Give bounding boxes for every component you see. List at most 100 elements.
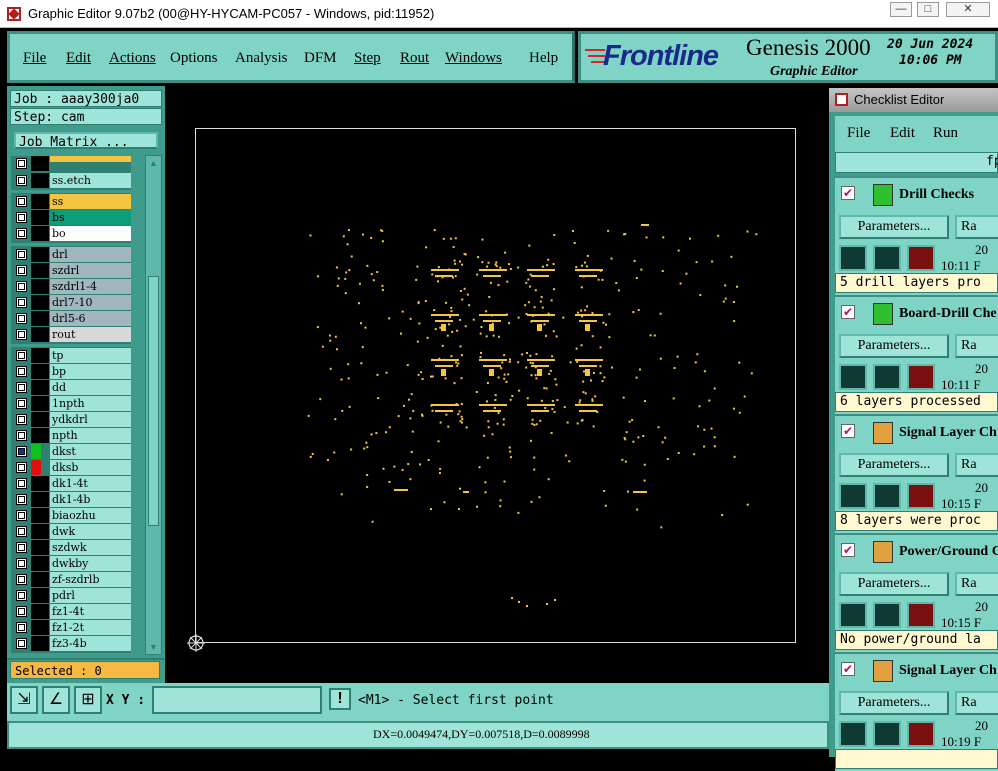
- parameters-button[interactable]: Parameters...: [839, 691, 949, 715]
- show-results-icon[interactable]: [873, 721, 901, 747]
- layer-row[interactable]: dkst: [11, 444, 131, 459]
- layer-row[interactable]: bp: [11, 364, 131, 379]
- layer-checkbox[interactable]: [16, 398, 27, 409]
- parameters-button[interactable]: Parameters...: [839, 215, 949, 239]
- layer-row[interactable]: ss.etch: [11, 173, 131, 188]
- layer-row[interactable]: rout: [11, 327, 131, 342]
- check-enabled-checkbox[interactable]: ✔: [841, 305, 855, 319]
- layer-checkbox[interactable]: [16, 313, 27, 324]
- layer-checkbox[interactable]: [16, 414, 27, 425]
- layer-row[interactable]: fz1-2t: [11, 620, 131, 635]
- show-results-icon[interactable]: [873, 483, 901, 509]
- layer-checkbox[interactable]: [16, 478, 27, 489]
- layer-row[interactable]: ss: [11, 194, 131, 209]
- layer-row[interactable]: biaozhu: [11, 508, 131, 523]
- layer-checkbox[interactable]: [16, 494, 27, 505]
- layer-checkbox[interactable]: [16, 526, 27, 537]
- layer-checkbox[interactable]: [16, 382, 27, 393]
- check-enabled-checkbox[interactable]: ✔: [841, 186, 855, 200]
- maximize-button[interactable]: □: [917, 2, 939, 17]
- menu-actions[interactable]: Actions: [109, 50, 156, 67]
- show-results-icon[interactable]: [873, 364, 901, 390]
- layer-row[interactable]: drl5-6: [11, 311, 131, 326]
- parameters-button[interactable]: Parameters...: [839, 334, 949, 358]
- layer-checkbox[interactable]: [16, 196, 27, 207]
- layer-checkbox[interactable]: [16, 558, 27, 569]
- stop-check-icon[interactable]: [907, 602, 935, 628]
- layer-row[interactable]: dk1-4b: [11, 492, 131, 507]
- menu-edit[interactable]: Edit: [66, 50, 91, 67]
- layer-row[interactable]: fz3-4b: [11, 636, 131, 651]
- menu-file[interactable]: File: [23, 50, 46, 67]
- layer-row[interactable]: dk1-4t: [11, 476, 131, 491]
- layer-row[interactable]: 1npth: [11, 396, 131, 411]
- measure-icon[interactable]: ∠: [42, 686, 70, 714]
- parameters-button[interactable]: Parameters...: [839, 453, 949, 477]
- menu-windows[interactable]: Windows: [445, 50, 502, 67]
- run-button[interactable]: Ra: [955, 453, 998, 477]
- close-button[interactable]: ✕: [946, 2, 990, 17]
- job-matrix-button[interactable]: Job Matrix ...: [14, 132, 158, 150]
- layer-checkbox[interactable]: [16, 265, 27, 276]
- layer-checkbox[interactable]: [16, 590, 27, 601]
- layer-row[interactable]: drl7-10: [11, 295, 131, 310]
- run-button[interactable]: Ra: [955, 691, 998, 715]
- layer-checkbox[interactable]: [16, 542, 27, 553]
- parameters-button[interactable]: Parameters...: [839, 572, 949, 596]
- alert-button[interactable]: !: [329, 688, 351, 710]
- layer-checkbox[interactable]: [16, 638, 27, 649]
- xy-input[interactable]: [152, 686, 322, 714]
- scroll-up-arrow[interactable]: ▲: [148, 158, 159, 168]
- menu-options[interactable]: Options: [170, 50, 218, 67]
- check-enabled-checkbox[interactable]: ✔: [841, 662, 855, 676]
- menu-analysis[interactable]: Analysis: [235, 50, 288, 67]
- layer-row[interactable]: dd: [11, 380, 131, 395]
- layer-checkbox[interactable]: [16, 175, 27, 186]
- layer-row[interactable]: npth: [11, 428, 131, 443]
- layer-checkbox[interactable]: [16, 297, 27, 308]
- stop-check-icon[interactable]: [907, 483, 935, 509]
- check-enabled-checkbox[interactable]: ✔: [841, 543, 855, 557]
- show-results-icon[interactable]: [873, 602, 901, 628]
- layer-row[interactable]: dwk: [11, 524, 131, 539]
- layer-row[interactable]: szdrl1-4: [11, 279, 131, 294]
- layer-checkbox[interactable]: [16, 430, 27, 441]
- scroll-down-arrow[interactable]: ▼: [148, 642, 159, 652]
- grid-icon[interactable]: ⊞: [74, 686, 102, 714]
- layer-checkbox[interactable]: [16, 462, 27, 473]
- graphic-canvas[interactable]: [195, 128, 796, 643]
- menu-rout[interactable]: Rout: [400, 50, 429, 67]
- layer-checkbox[interactable]: [16, 249, 27, 260]
- layer-checkbox[interactable]: [16, 228, 27, 239]
- run-check-icon[interactable]: [839, 602, 867, 628]
- checklist-menu-file[interactable]: File: [847, 125, 870, 142]
- layer-row[interactable]: ydkdrl: [11, 412, 131, 427]
- layer-checkbox[interactable]: [16, 281, 27, 292]
- layer-row[interactable]: szdwk: [11, 540, 131, 555]
- layer-row[interactable]: drl: [11, 247, 131, 262]
- run-check-icon[interactable]: [839, 364, 867, 390]
- stop-check-icon[interactable]: [907, 364, 935, 390]
- layer-checkbox[interactable]: [16, 622, 27, 633]
- layer-checkbox[interactable]: [16, 350, 27, 361]
- run-check-icon[interactable]: [839, 483, 867, 509]
- scroll-thumb[interactable]: [148, 276, 159, 526]
- stop-check-icon[interactable]: [907, 721, 935, 747]
- layer-row[interactable]: dwkby: [11, 556, 131, 571]
- run-check-icon[interactable]: [839, 721, 867, 747]
- layer-row[interactable]: dksb: [11, 460, 131, 475]
- layer-row[interactable]: bs: [11, 210, 131, 225]
- layer-scrollbar[interactable]: ▲ ▼: [145, 155, 162, 655]
- layer-checkbox[interactable]: [16, 366, 27, 377]
- checklist-menu-run[interactable]: Run: [933, 125, 958, 142]
- menu-dfm[interactable]: DFM: [304, 50, 337, 67]
- checklist-menu-edit[interactable]: Edit: [890, 125, 915, 142]
- layer-checkbox[interactable]: [16, 574, 27, 585]
- run-button[interactable]: Ra: [955, 334, 998, 358]
- show-results-icon[interactable]: [873, 245, 901, 271]
- layer-row[interactable]: fz1-4t: [11, 604, 131, 619]
- layer-row[interactable]: zf-szdrlb: [11, 572, 131, 587]
- check-enabled-checkbox[interactable]: ✔: [841, 424, 855, 438]
- layer-checkbox[interactable]: [16, 510, 27, 521]
- layer-row[interactable]: pdrl: [11, 588, 131, 603]
